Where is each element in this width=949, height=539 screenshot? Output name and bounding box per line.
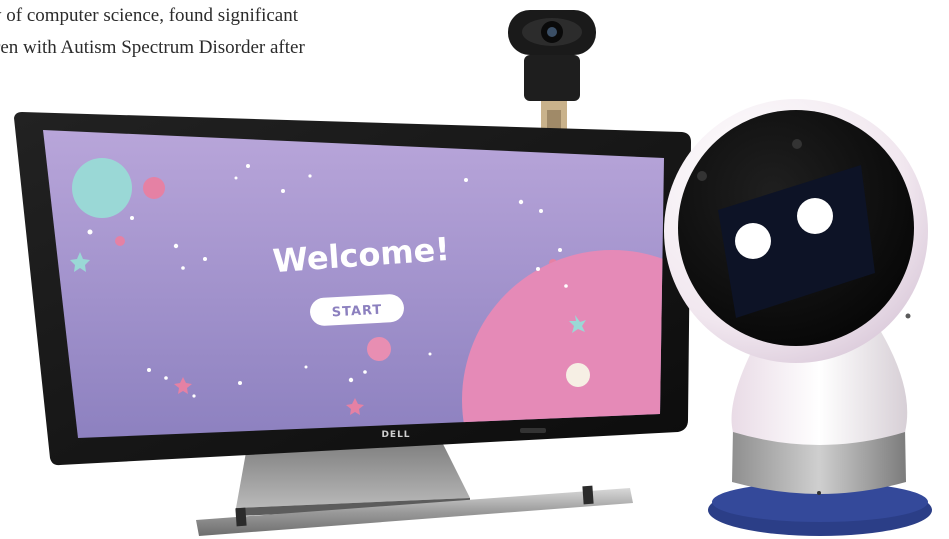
monitor-brand-logo: DELL [381, 430, 410, 440]
robot-icon [664, 99, 932, 536]
photo-scene: Welcome! START DELL [14, 10, 932, 536]
start-button[interactable]: START [309, 294, 404, 327]
tablet-monitor-icon: Welcome! START DELL [14, 112, 691, 536]
start-button-label: START [331, 303, 382, 321]
